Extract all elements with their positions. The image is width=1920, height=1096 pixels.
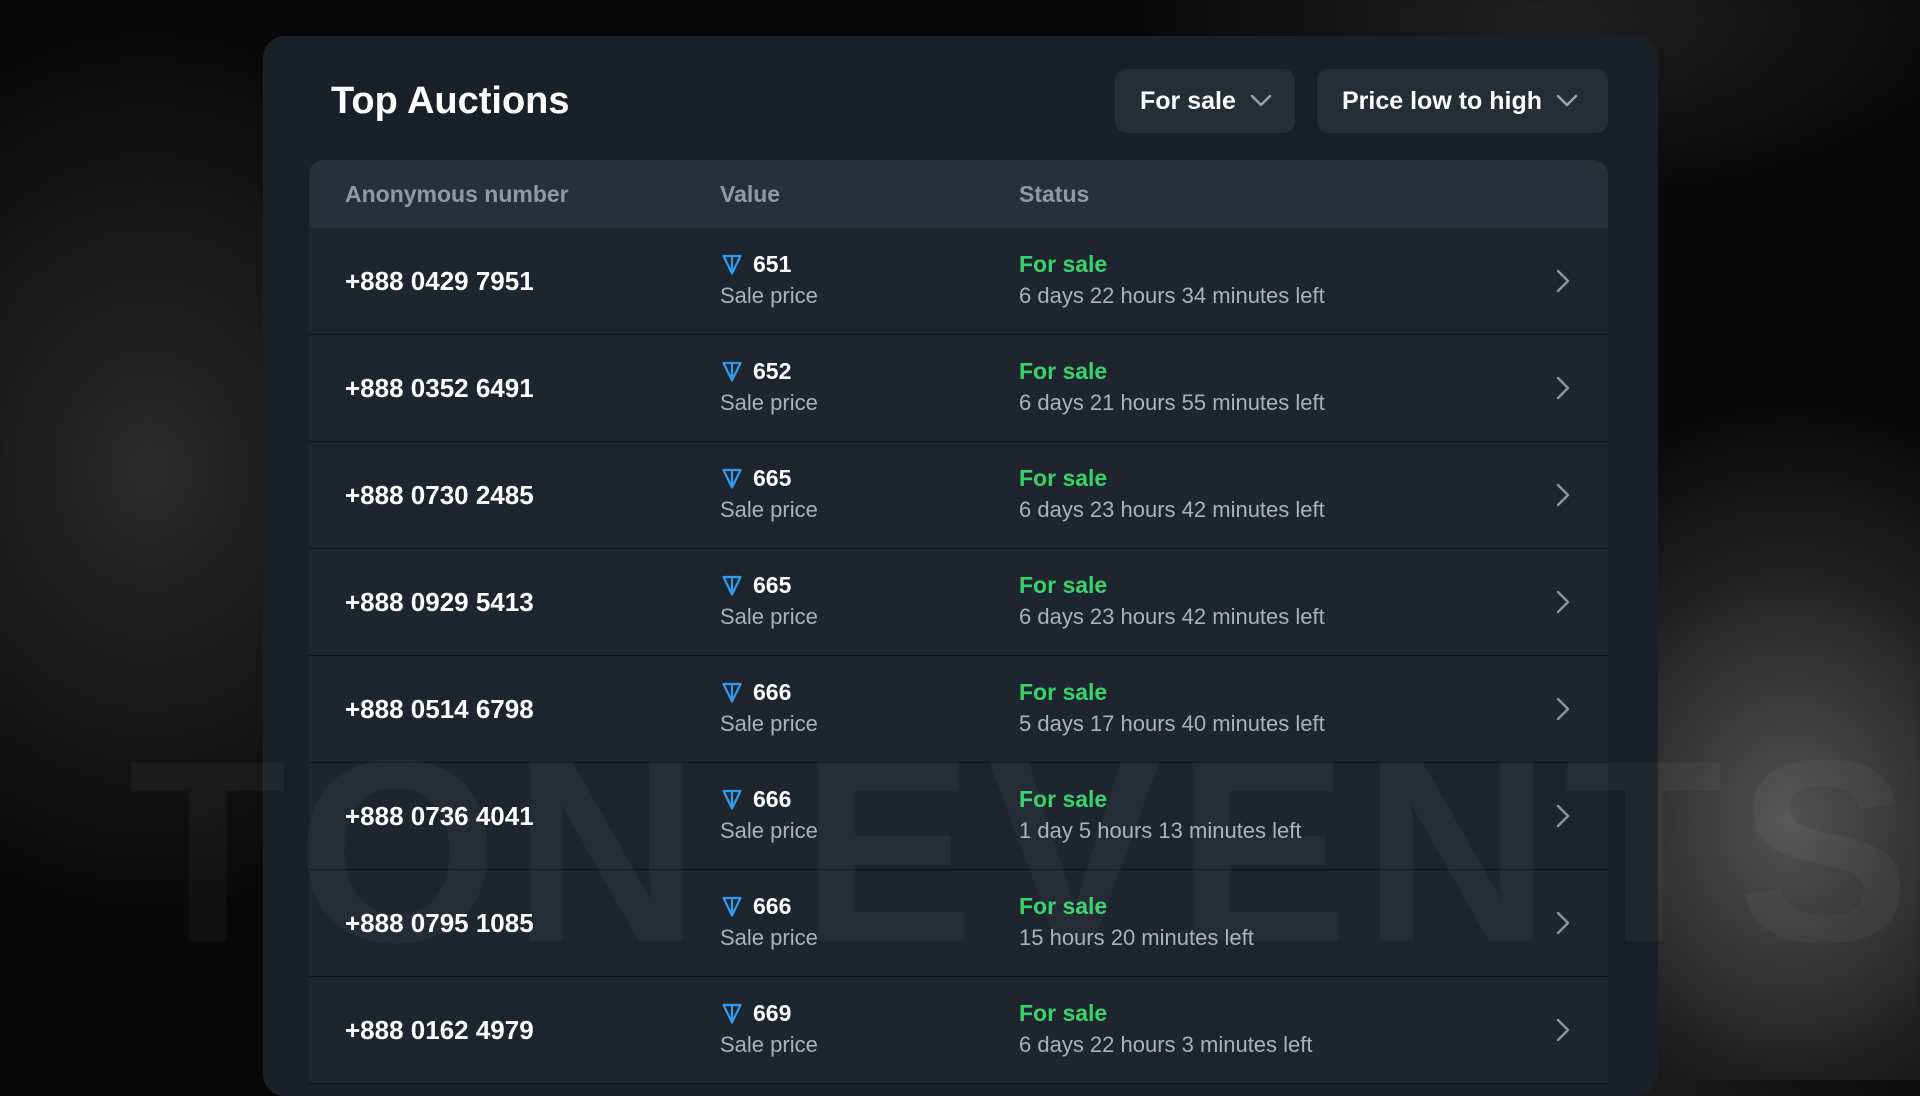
table-row[interactable]: +888 0736 4041 666 Sale price For sale 1… — [309, 763, 1608, 870]
table-row[interactable]: +888 0730 2485 665 Sale price For sale 6… — [309, 442, 1608, 549]
time-left: 6 days 23 hours 42 minutes left — [1019, 497, 1325, 522]
chevron-right-icon[interactable] — [1556, 804, 1570, 828]
sort-order-dropdown[interactable]: Price low to high — [1317, 69, 1608, 133]
chevron-down-icon — [1556, 94, 1578, 107]
anonymous-number: +888 0736 4041 — [345, 801, 534, 831]
sale-price-value: 669 — [753, 999, 792, 1026]
status-cell: For sale 6 days 23 hours 42 minutes left — [1019, 463, 1325, 523]
auctions-table: Anonymous number Value Status +888 0429 … — [309, 160, 1608, 1084]
anonymous-number: +888 0352 6491 — [345, 373, 534, 403]
anonymous-number: +888 0730 2485 — [345, 480, 534, 510]
table-row[interactable]: +888 0162 4979 669 Sale price For sale 6… — [309, 977, 1608, 1084]
table-row[interactable]: +888 0352 6491 652 Sale price For sale 6… — [309, 335, 1608, 442]
column-header-status[interactable]: Status — [1019, 160, 1089, 228]
status-cell: For sale 6 days 22 hours 34 minutes left — [1019, 249, 1325, 309]
sale-price-value: 665 — [753, 464, 792, 491]
sale-price-caption: Sale price — [720, 283, 818, 308]
anonymous-number: +888 0429 7951 — [345, 266, 534, 296]
sale-price-value: 651 — [753, 250, 792, 277]
status-cell: For sale 1 day 5 hours 13 minutes left — [1019, 784, 1302, 844]
value-cell: 666 Sale price — [720, 891, 818, 951]
status-badge: For sale — [1019, 251, 1108, 277]
value-cell: 666 Sale price — [720, 677, 818, 737]
chevron-right-icon[interactable] — [1556, 269, 1570, 293]
status-cell: For sale 5 days 17 hours 40 minutes left — [1019, 677, 1325, 737]
sale-price-value: 666 — [753, 678, 792, 705]
status-cell: For sale 6 days 21 hours 55 minutes left — [1019, 356, 1325, 416]
chevron-right-icon[interactable] — [1556, 590, 1570, 614]
status-cell: For sale 6 days 22 hours 3 minutes left — [1019, 998, 1313, 1058]
time-left: 5 days 17 hours 40 minutes left — [1019, 711, 1325, 736]
table-row[interactable]: +888 0429 7951 651 Sale price For sale 6… — [309, 228, 1608, 335]
sale-price-value: 666 — [753, 785, 792, 812]
time-left: 6 days 23 hours 42 minutes left — [1019, 604, 1325, 629]
ton-diamond-icon — [722, 682, 742, 703]
sale-price-caption: Sale price — [720, 390, 818, 415]
sale-price-value: 665 — [753, 571, 792, 598]
value-cell: 665 Sale price — [720, 463, 818, 523]
sale-price-caption: Sale price — [720, 1032, 818, 1057]
status-badge: For sale — [1019, 679, 1108, 705]
column-header-value[interactable]: Value — [720, 160, 780, 228]
status-cell: For sale 15 hours 20 minutes left — [1019, 891, 1254, 951]
status-cell: For sale 6 days 23 hours 42 minutes left — [1019, 570, 1325, 630]
chevron-right-icon[interactable] — [1556, 911, 1570, 935]
column-header-number[interactable]: Anonymous number — [345, 160, 569, 228]
sale-price-caption: Sale price — [720, 925, 818, 950]
status-badge: For sale — [1019, 465, 1108, 491]
ton-diamond-icon — [722, 468, 742, 489]
value-cell: 665 Sale price — [720, 570, 818, 630]
sale-price-value: 666 — [753, 892, 792, 919]
ton-diamond-icon — [722, 575, 742, 596]
chevron-right-icon[interactable] — [1556, 1018, 1570, 1042]
time-left: 1 day 5 hours 13 minutes left — [1019, 818, 1302, 843]
status-badge: For sale — [1019, 572, 1108, 598]
status-badge: For sale — [1019, 893, 1108, 919]
status-badge: For sale — [1019, 1000, 1108, 1026]
status-filter-label: For sale — [1140, 86, 1236, 115]
ton-diamond-icon — [722, 789, 742, 810]
chevron-right-icon[interactable] — [1556, 376, 1570, 400]
value-cell: 666 Sale price — [720, 784, 818, 844]
chevron-right-icon[interactable] — [1556, 483, 1570, 507]
anonymous-number: +888 0514 6798 — [345, 694, 534, 724]
time-left: 15 hours 20 minutes left — [1019, 925, 1254, 950]
value-cell: 652 Sale price — [720, 356, 818, 416]
sale-price-value: 652 — [753, 357, 792, 384]
table-row[interactable]: +888 0795 1085 666 Sale price For sale 1… — [309, 870, 1608, 977]
time-left: 6 days 21 hours 55 minutes left — [1019, 390, 1325, 415]
status-filter-dropdown[interactable]: For sale — [1115, 69, 1295, 133]
chevron-down-icon — [1250, 94, 1272, 107]
value-cell: 651 Sale price — [720, 249, 818, 309]
time-left: 6 days 22 hours 34 minutes left — [1019, 283, 1325, 308]
table-header: Anonymous number Value Status — [309, 160, 1608, 228]
status-badge: For sale — [1019, 358, 1108, 384]
top-auctions-panel: Top Auctions For sale Price low to high … — [263, 36, 1658, 1096]
chevron-right-icon[interactable] — [1556, 697, 1570, 721]
sale-price-caption: Sale price — [720, 818, 818, 843]
sale-price-caption: Sale price — [720, 711, 818, 736]
table-row[interactable]: +888 0514 6798 666 Sale price For sale 5… — [309, 656, 1608, 763]
ton-diamond-icon — [722, 1003, 742, 1024]
anonymous-number: +888 0929 5413 — [345, 587, 534, 617]
sort-order-label: Price low to high — [1342, 86, 1543, 115]
ton-diamond-icon — [722, 254, 742, 275]
anonymous-number: +888 0795 1085 — [345, 908, 534, 938]
page-title: Top Auctions — [331, 80, 570, 122]
table-row[interactable]: +888 0929 5413 665 Sale price For sale 6… — [309, 549, 1608, 656]
value-cell: 669 Sale price — [720, 998, 818, 1058]
time-left: 6 days 22 hours 3 minutes left — [1019, 1032, 1313, 1057]
status-badge: For sale — [1019, 786, 1108, 812]
anonymous-number: +888 0162 4979 — [345, 1015, 534, 1045]
sale-price-caption: Sale price — [720, 497, 818, 522]
sale-price-caption: Sale price — [720, 604, 818, 629]
ton-diamond-icon — [722, 896, 742, 917]
ton-diamond-icon — [722, 361, 742, 382]
